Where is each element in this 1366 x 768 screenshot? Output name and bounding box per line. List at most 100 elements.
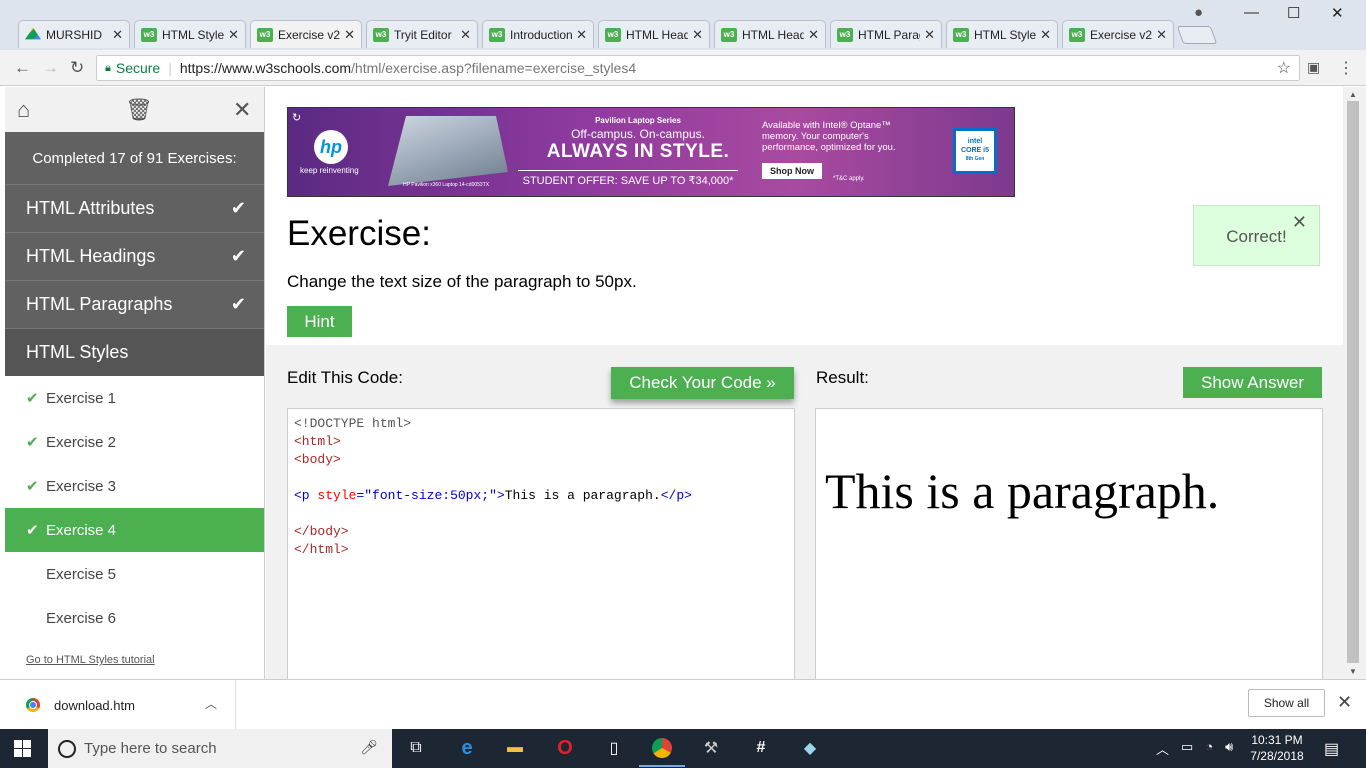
- exercise-item[interactable]: ✔ Exercise 3: [5, 464, 264, 508]
- wifi-icon[interactable]: ◔: [1205, 739, 1213, 758]
- battery-icon[interactable]: ▭: [1181, 739, 1193, 758]
- browser-tab[interactable]: w3 HTML Headings✕: [598, 20, 710, 48]
- tab-title: HTML Headings: [742, 27, 805, 42]
- bookmark-star-icon[interactable]: ☆: [1277, 58, 1291, 78]
- tab-close-icon[interactable]: ✕: [460, 27, 471, 43]
- taskbar-search[interactable]: Type here to search 🎤︎: [48, 729, 392, 768]
- slack-icon[interactable]: #: [750, 737, 772, 759]
- code-p-open: <p: [294, 488, 310, 503]
- edge-icon[interactable]: e: [456, 737, 478, 759]
- checkmark-icon: ✔: [26, 434, 39, 451]
- code-p-bracket: >: [496, 488, 505, 503]
- advertisement-banner[interactable]: ↻ hp keep reinventing HP Pavilion x360 L…: [287, 107, 1015, 197]
- show-answer-button[interactable]: Show Answer: [1183, 367, 1322, 398]
- exercise-item[interactable]: ✔ Exercise 2: [5, 420, 264, 464]
- tab-close-icon[interactable]: ✕: [228, 27, 239, 43]
- scrollbar-thumb[interactable]: [1347, 101, 1359, 663]
- tab-close-icon[interactable]: ✕: [692, 27, 703, 43]
- laptop-caption: HP Pavilion x360 Laptop 14-cd0053TX: [403, 182, 490, 188]
- tab-title: HTML Styles: [974, 27, 1037, 42]
- scroll-down-icon[interactable]: ▼: [1349, 667, 1357, 676]
- tab-close-icon[interactable]: ✕: [344, 27, 355, 43]
- address-bar[interactable]: 🔒︎ Secure | https://www.w3schools.com /h…: [96, 55, 1300, 81]
- tray-chevron-icon[interactable]: ︿: [1156, 739, 1169, 758]
- browser-tab[interactable]: w3 HTML Headings✕: [714, 20, 826, 48]
- ad-shop-now-button[interactable]: Shop Now: [762, 163, 822, 179]
- taskbar-clock[interactable]: 10:31 PM 7/28/2018: [1246, 732, 1308, 764]
- code-editor[interactable]: <!DOCTYPE html> <html> <body> <p style="…: [287, 408, 795, 679]
- exercise-item[interactable]: ✔ Exercise 1: [5, 376, 264, 420]
- download-bar: download.htm ︿ Show all ✕: [0, 679, 1366, 730]
- close-icon[interactable]: ✕: [233, 97, 251, 123]
- code-attr-name: style: [317, 488, 357, 503]
- tab-close-icon[interactable]: ✕: [1040, 27, 1051, 43]
- browser-tab[interactable]: MURSHID ✕: [18, 20, 130, 48]
- correct-message: Correct!: [1226, 226, 1287, 246]
- microphone-icon[interactable]: 🎤︎: [360, 739, 378, 756]
- sidebar-section[interactable]: HTML Styles: [5, 328, 264, 376]
- browser-tab[interactable]: w3 Tryit Editor ✕: [366, 20, 478, 48]
- exercise-item[interactable]: Exercise 6: [5, 596, 264, 640]
- maximize-icon[interactable]: ☐: [1287, 4, 1300, 22]
- check-code-button[interactable]: Check Your Code »: [611, 367, 794, 399]
- tab-close-icon[interactable]: ✕: [808, 27, 819, 43]
- sidebar-section-label: HTML Attributes: [26, 198, 155, 218]
- chevron-up-icon[interactable]: ︿: [205, 695, 217, 712]
- close-window-icon[interactable]: ✕: [1331, 4, 1344, 22]
- exercise-item-label: Exercise 1: [46, 389, 117, 407]
- tab-close-icon[interactable]: ✕: [924, 27, 935, 43]
- correct-notification: Correct! ✕: [1193, 205, 1320, 266]
- windows-start-icon[interactable]: [14, 740, 31, 757]
- sidebar-section[interactable]: HTML Paragraphs ✔: [5, 280, 264, 328]
- result-paragraph: This is a paragraph.: [825, 463, 1220, 519]
- extension-icon[interactable]: ▣: [1307, 59, 1320, 76]
- forward-icon[interactable]: →: [42, 58, 59, 78]
- reload-icon[interactable]: ↻: [70, 58, 84, 78]
- file-explorer-icon[interactable]: ▬: [504, 737, 526, 759]
- tab-close-icon[interactable]: ✕: [112, 27, 123, 43]
- tools-icon[interactable]: ⚒: [700, 737, 722, 759]
- task-view-icon[interactable]: ⧉: [405, 737, 427, 759]
- hint-button[interactable]: Hint: [287, 306, 352, 337]
- ad-replay-icon[interactable]: ↻: [292, 111, 301, 124]
- browser-tab[interactable]: w3 HTML Paragraphs ✕: [830, 20, 942, 48]
- close-notification-icon[interactable]: ✕: [1292, 212, 1307, 233]
- menu-dots-icon[interactable]: ⋮: [1338, 58, 1354, 78]
- progress-summary: Completed 17 of 91 Exercises:: [5, 132, 264, 184]
- chrome-icon[interactable]: [639, 737, 685, 767]
- notification-icon[interactable]: ▤: [1324, 739, 1339, 759]
- tab-title: HTML Paragraphs: [858, 27, 920, 42]
- volume-icon[interactable]: 🔊︎: [1225, 739, 1233, 758]
- tab-close-icon[interactable]: ✕: [1156, 27, 1167, 43]
- notepad-icon[interactable]: ▯: [603, 737, 625, 759]
- tutorial-link[interactable]: Go to HTML Styles tutorial: [5, 654, 264, 666]
- scroll-up-icon[interactable]: ▲: [1349, 90, 1357, 99]
- show-all-button[interactable]: Show all: [1248, 689, 1325, 717]
- ad-terms: *T&C apply.: [833, 176, 865, 182]
- download-item[interactable]: download.htm ︿: [0, 680, 236, 730]
- browser-tab[interactable]: w3 HTML Styles ✕: [134, 20, 246, 48]
- exercise-item[interactable]: ✔ Exercise 4: [5, 508, 264, 552]
- exercise-item-label: Exercise 6: [46, 609, 117, 627]
- browser-tab[interactable]: w3 Exercise v2 ✕: [250, 20, 362, 48]
- url-path: /html/exercise.asp?filename=exercise_sty…: [351, 60, 637, 76]
- new-tab-button[interactable]: [1176, 26, 1218, 44]
- browser-tab[interactable]: w3 HTML Styles ✕: [946, 20, 1058, 48]
- checkmark-icon: ✔: [26, 522, 39, 539]
- tab-close-icon[interactable]: ✕: [576, 27, 587, 43]
- sidebar-section[interactable]: HTML Attributes ✔: [5, 184, 264, 232]
- sidebar-toolbar: ⌂ 🗑︎ ✕: [5, 87, 264, 132]
- minimize-icon[interactable]: —: [1244, 4, 1259, 21]
- close-download-bar-icon[interactable]: ✕: [1337, 692, 1352, 713]
- page-scrollbar[interactable]: ▲ ▼: [1343, 87, 1366, 679]
- browser-tab[interactable]: w3 Exercise v2 ✕: [1062, 20, 1174, 48]
- back-icon[interactable]: ←: [14, 58, 31, 78]
- exercise-item[interactable]: Exercise 5: [5, 552, 264, 596]
- home-icon[interactable]: ⌂: [17, 97, 30, 123]
- trash-icon[interactable]: 🗑︎: [125, 97, 153, 123]
- opera-icon[interactable]: O: [554, 737, 576, 759]
- app-icon[interactable]: ◆: [799, 737, 821, 759]
- browser-tab[interactable]: w3 Introduction ✕: [482, 20, 594, 48]
- profile-icon[interactable]: ●: [1194, 4, 1203, 21]
- sidebar-section[interactable]: HTML Headings ✔: [5, 232, 264, 280]
